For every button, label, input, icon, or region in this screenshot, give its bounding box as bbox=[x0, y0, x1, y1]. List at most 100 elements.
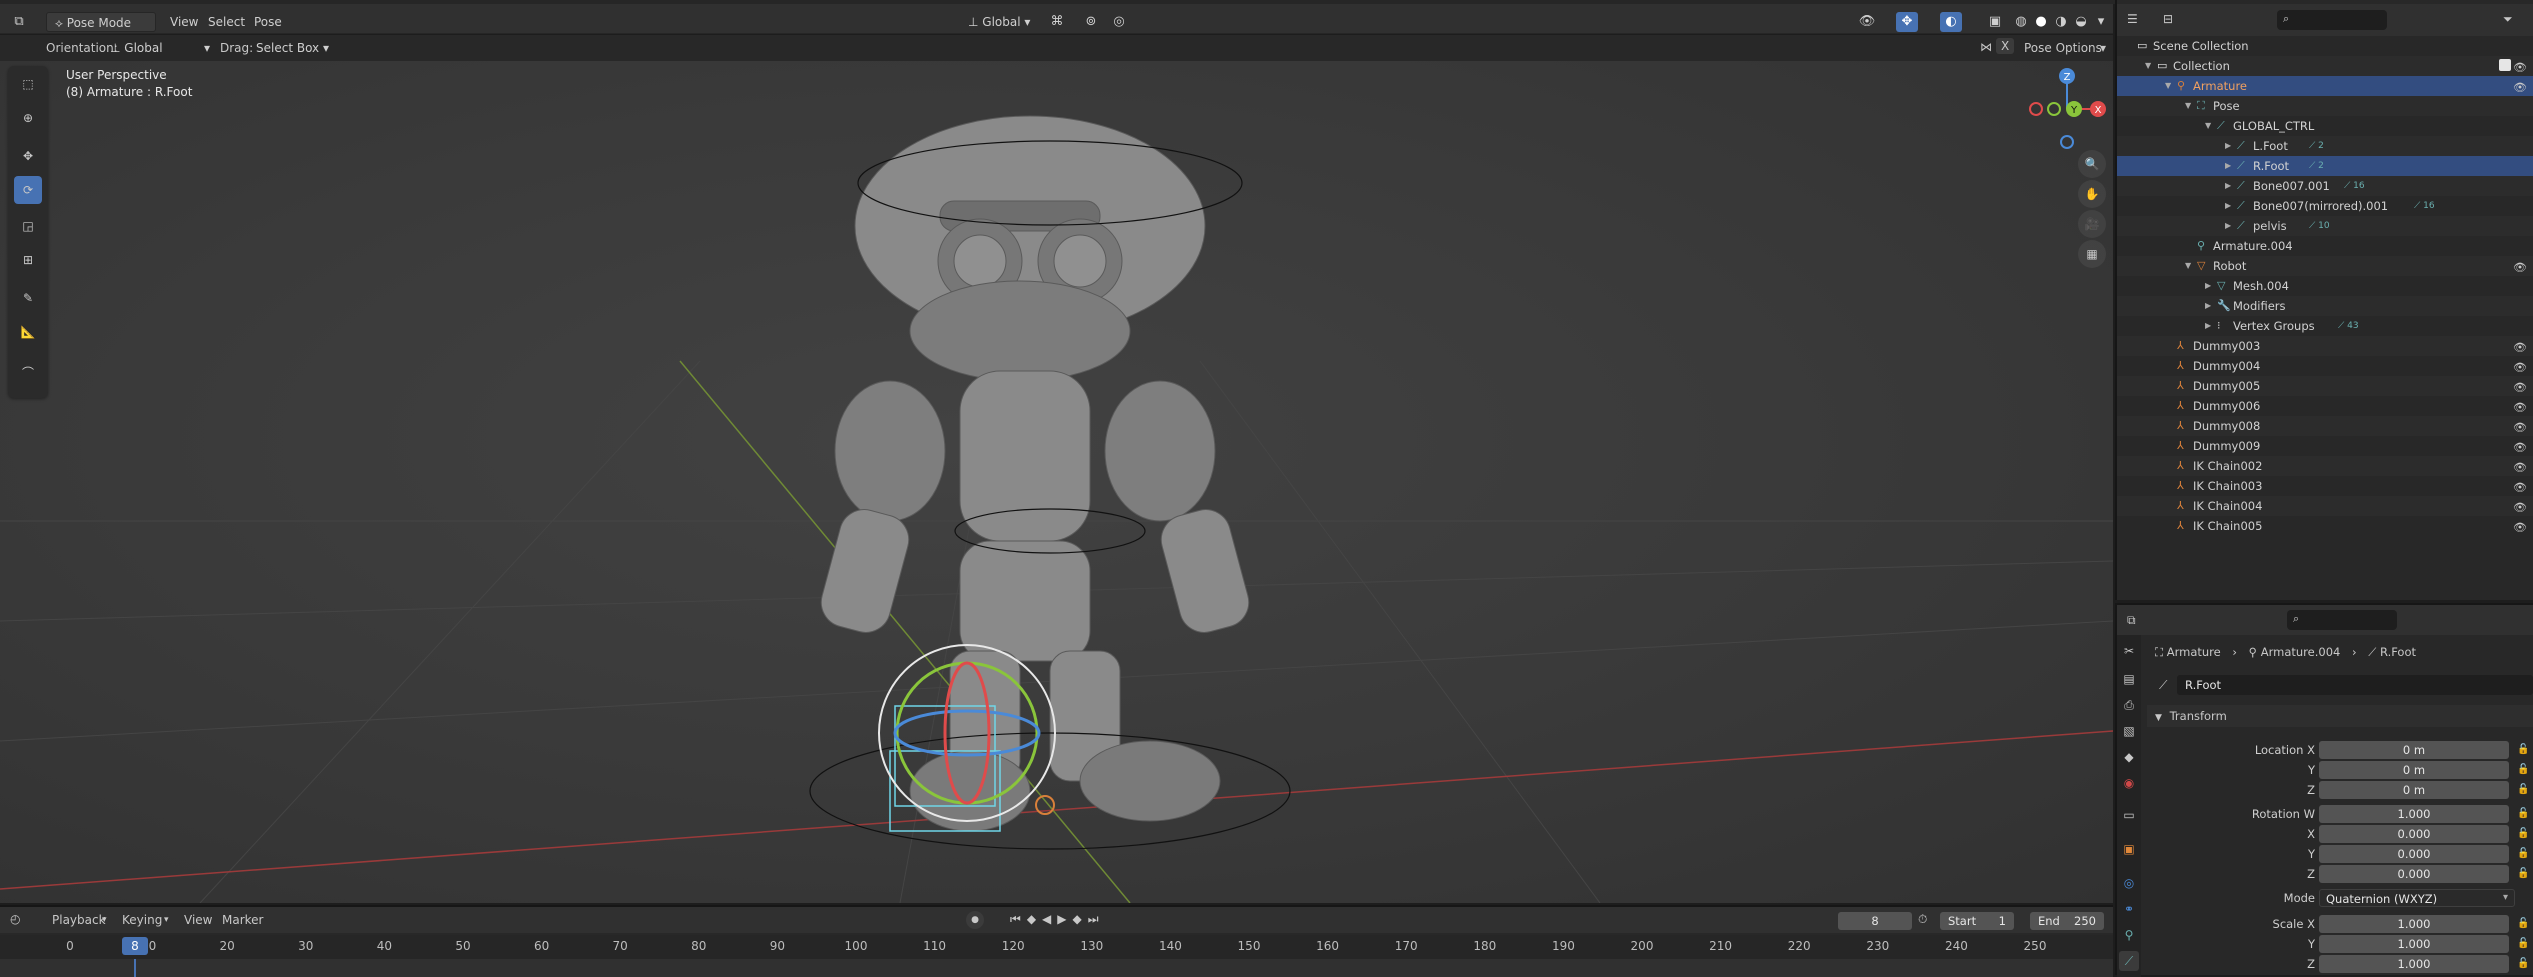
outliner-row[interactable]: ▼ ▽ Robot 👁 bbox=[2117, 256, 2533, 276]
expand-arrow-down-icon[interactable]: ▼ bbox=[2205, 116, 2211, 136]
record-button[interactable]: ● bbox=[966, 911, 984, 929]
outliner-search-input[interactable]: ⌕ bbox=[2277, 10, 2387, 30]
lock-icon[interactable]: 🔓 bbox=[2517, 848, 2529, 859]
playhead-marker[interactable]: 8 bbox=[122, 937, 148, 955]
properties-search-input[interactable]: ⌕ bbox=[2287, 610, 2397, 630]
expand-arrow-right-icon[interactable]: ▶ bbox=[2225, 216, 2231, 236]
tab-view-layer[interactable]: ▧ bbox=[2119, 721, 2139, 741]
outliner-row[interactable]: ▶ ⟋ pelvis ⟋ 10 bbox=[2117, 216, 2533, 236]
outliner-row[interactable]: ⅄ Dummy005 👁 bbox=[2117, 376, 2533, 396]
shading-wireframe-icon[interactable]: ◍ bbox=[2010, 12, 2032, 32]
expand-arrow-down-icon[interactable]: ▼ bbox=[2185, 96, 2191, 116]
tab-bone[interactable]: ⟋ bbox=[2119, 951, 2139, 971]
editor-type-icon[interactable]: ☰ bbox=[2127, 12, 2138, 26]
drag-dropdown[interactable]: Select Box ▾ bbox=[256, 38, 332, 58]
perspective-toggle-button[interactable]: ▦ bbox=[2078, 240, 2106, 268]
shading-options-icon[interactable]: ▾ bbox=[2090, 12, 2112, 32]
outliner-row[interactable]: ▭ Scene Collection bbox=[2117, 36, 2533, 56]
playback-controls[interactable]: ⏮◆◀▶◆⏭ bbox=[1010, 912, 1105, 927]
tab-collection[interactable]: ▭ bbox=[2119, 805, 2139, 825]
eye-icon[interactable]: 👁 bbox=[2513, 458, 2527, 478]
tab-output[interactable]: ⎙ bbox=[2119, 695, 2139, 715]
property-field[interactable]: 1.000 bbox=[2319, 935, 2509, 953]
outliner-row[interactable]: ▶ ⟋ L.Foot ⟋ 2 bbox=[2117, 136, 2533, 156]
eye-icon[interactable]: 👁 bbox=[2513, 518, 2527, 538]
expand-arrow-right-icon[interactable]: ▶ bbox=[2225, 196, 2231, 216]
pivot-icon[interactable]: ⌘ bbox=[1046, 12, 1068, 32]
property-field[interactable]: 1.000 bbox=[2319, 955, 2509, 973]
measure-tool[interactable]: 📐 bbox=[14, 318, 42, 346]
collection-checkbox[interactable] bbox=[2499, 59, 2511, 71]
tab-armature-data[interactable]: ⚲ bbox=[2119, 925, 2139, 945]
outliner-row[interactable]: ⅄ Dummy004 👁 bbox=[2117, 356, 2533, 376]
frame-ruler[interactable]: 0 10 20 30 40 50 60 70 80 90 100 110 120 130 140 150 160… bbox=[0, 935, 2113, 959]
outliner-row[interactable]: ⅄ Dummy003 👁 bbox=[2117, 336, 2533, 356]
marker-menu[interactable]: Marker bbox=[222, 913, 263, 927]
tab-constraints[interactable]: ⚭ bbox=[2119, 899, 2139, 919]
mirror-x-toggle[interactable]: X bbox=[1996, 38, 2015, 54]
tab-scene[interactable]: ◆ bbox=[2119, 747, 2139, 767]
tab-physics[interactable]: ◎ bbox=[2119, 873, 2139, 893]
3d-viewport[interactable]: User Perspective (8) Armature : R.Foot bbox=[0, 61, 2113, 903]
eye-icon[interactable]: 👁 bbox=[2513, 258, 2527, 278]
shading-material-icon[interactable]: ◑ bbox=[2050, 12, 2072, 32]
outliner-row[interactable]: ⅄ IK Chain004 👁 bbox=[2117, 496, 2533, 516]
outliner-row[interactable]: ▶ ⟋ Bone007.001 ⟋ 16 bbox=[2117, 176, 2533, 196]
menu-pose[interactable]: Pose bbox=[246, 12, 290, 32]
property-field[interactable]: Quaternion (WXYZ) bbox=[2319, 889, 2515, 907]
outliner-row[interactable]: ⅄ Dummy009 👁 bbox=[2117, 436, 2533, 456]
start-frame-field[interactable]: Start 1 bbox=[1940, 912, 2014, 930]
property-field[interactable]: 0.000 bbox=[2319, 825, 2509, 843]
property-field[interactable]: 0 m bbox=[2319, 781, 2509, 799]
overlays-toggle-icon[interactable]: ◐ bbox=[1940, 12, 1962, 32]
pose-options-dropdown[interactable]: Pose Options bbox=[2024, 41, 2102, 55]
outliner-row[interactable]: ▶ ⟋ Bone007(mirrored).001 ⟋ 16 bbox=[2117, 196, 2533, 216]
bone-name-field[interactable]: R.Foot bbox=[2177, 675, 2533, 695]
view-menu[interactable]: View bbox=[184, 913, 212, 927]
lock-icon[interactable]: 🔓 bbox=[2517, 744, 2529, 755]
outliner-row[interactable]: ⅄ Dummy006 👁 bbox=[2117, 396, 2533, 416]
lock-icon[interactable]: 🔓 bbox=[2517, 764, 2529, 775]
transform-panel-header[interactable]: ▼ Transform bbox=[2147, 705, 2533, 727]
lock-icon[interactable]: 🔓 bbox=[2517, 808, 2529, 819]
current-frame-field[interactable]: 8 bbox=[1838, 912, 1912, 930]
tab-render[interactable]: ▤ bbox=[2119, 669, 2139, 689]
eye-icon[interactable]: 👁 bbox=[2513, 78, 2527, 98]
eye-icon[interactable]: 👁 bbox=[2513, 398, 2527, 418]
keyframe-track[interactable] bbox=[0, 959, 2113, 977]
expand-arrow-right-icon[interactable]: ▶ bbox=[2205, 276, 2211, 296]
transform-tool[interactable]: ⊞ bbox=[14, 246, 42, 274]
editor-type-icon[interactable]: ⧉ bbox=[8, 12, 30, 32]
outliner-row[interactable]: ⅄ Dummy008 👁 bbox=[2117, 416, 2533, 436]
clock-icon[interactable]: ◴ bbox=[10, 912, 20, 926]
cursor-tool[interactable]: ⊕ bbox=[14, 104, 42, 132]
stopwatch-icon[interactable]: ⏱ bbox=[1918, 912, 1927, 927]
shading-rendered-icon[interactable]: ◒ bbox=[2070, 12, 2092, 32]
property-field[interactable]: 0 m bbox=[2319, 761, 2509, 779]
expand-arrow-down-icon[interactable]: ▼ bbox=[2145, 56, 2151, 76]
xray-icon[interactable]: ▣ bbox=[1984, 12, 2006, 32]
rotate-tool[interactable]: ⟳ bbox=[14, 176, 42, 204]
property-field[interactable]: 0.000 bbox=[2319, 845, 2509, 863]
outliner-row[interactable]: ▼ ⟋ GLOBAL_CTRL bbox=[2117, 116, 2533, 136]
tab-tool[interactable]: ✂ bbox=[2119, 641, 2139, 661]
camera-button[interactable]: 🎥 bbox=[2078, 210, 2106, 238]
end-frame-field[interactable]: End 250 bbox=[2030, 912, 2104, 930]
visibility-icon[interactable]: 👁 bbox=[1856, 12, 1878, 32]
outliner-row[interactable]: ▶ ⟋ R.Foot ⟋ 2 bbox=[2117, 156, 2533, 176]
lock-icon[interactable]: 🔓 bbox=[2517, 828, 2529, 839]
expand-arrow-right-icon[interactable]: ▶ bbox=[2225, 156, 2231, 176]
mode-dropdown[interactable]: ⟡ Pose Mode bbox=[46, 12, 156, 32]
eye-icon[interactable]: 👁 bbox=[2513, 478, 2527, 498]
outliner-row[interactable]: ▶ ⁝ Vertex Groups ⟋ 43 bbox=[2117, 316, 2533, 336]
lock-icon[interactable]: 🔓 bbox=[2517, 868, 2529, 879]
filter-icon[interactable]: ⏷ bbox=[2503, 12, 2513, 27]
expand-arrow-down-icon[interactable]: ▼ bbox=[2165, 76, 2171, 96]
lock-icon[interactable]: 🔓 bbox=[2517, 938, 2529, 949]
move-tool[interactable]: ✥ bbox=[14, 142, 42, 170]
property-field[interactable]: 0.000 bbox=[2319, 865, 2509, 883]
outliner-row[interactable]: ▼ ▭ Collection 👁 bbox=[2117, 56, 2533, 76]
playback-menu[interactable]: Playback bbox=[52, 913, 106, 927]
tab-world[interactable]: ◉ bbox=[2119, 773, 2139, 793]
select-box-tool[interactable]: ⬚ bbox=[14, 70, 42, 98]
